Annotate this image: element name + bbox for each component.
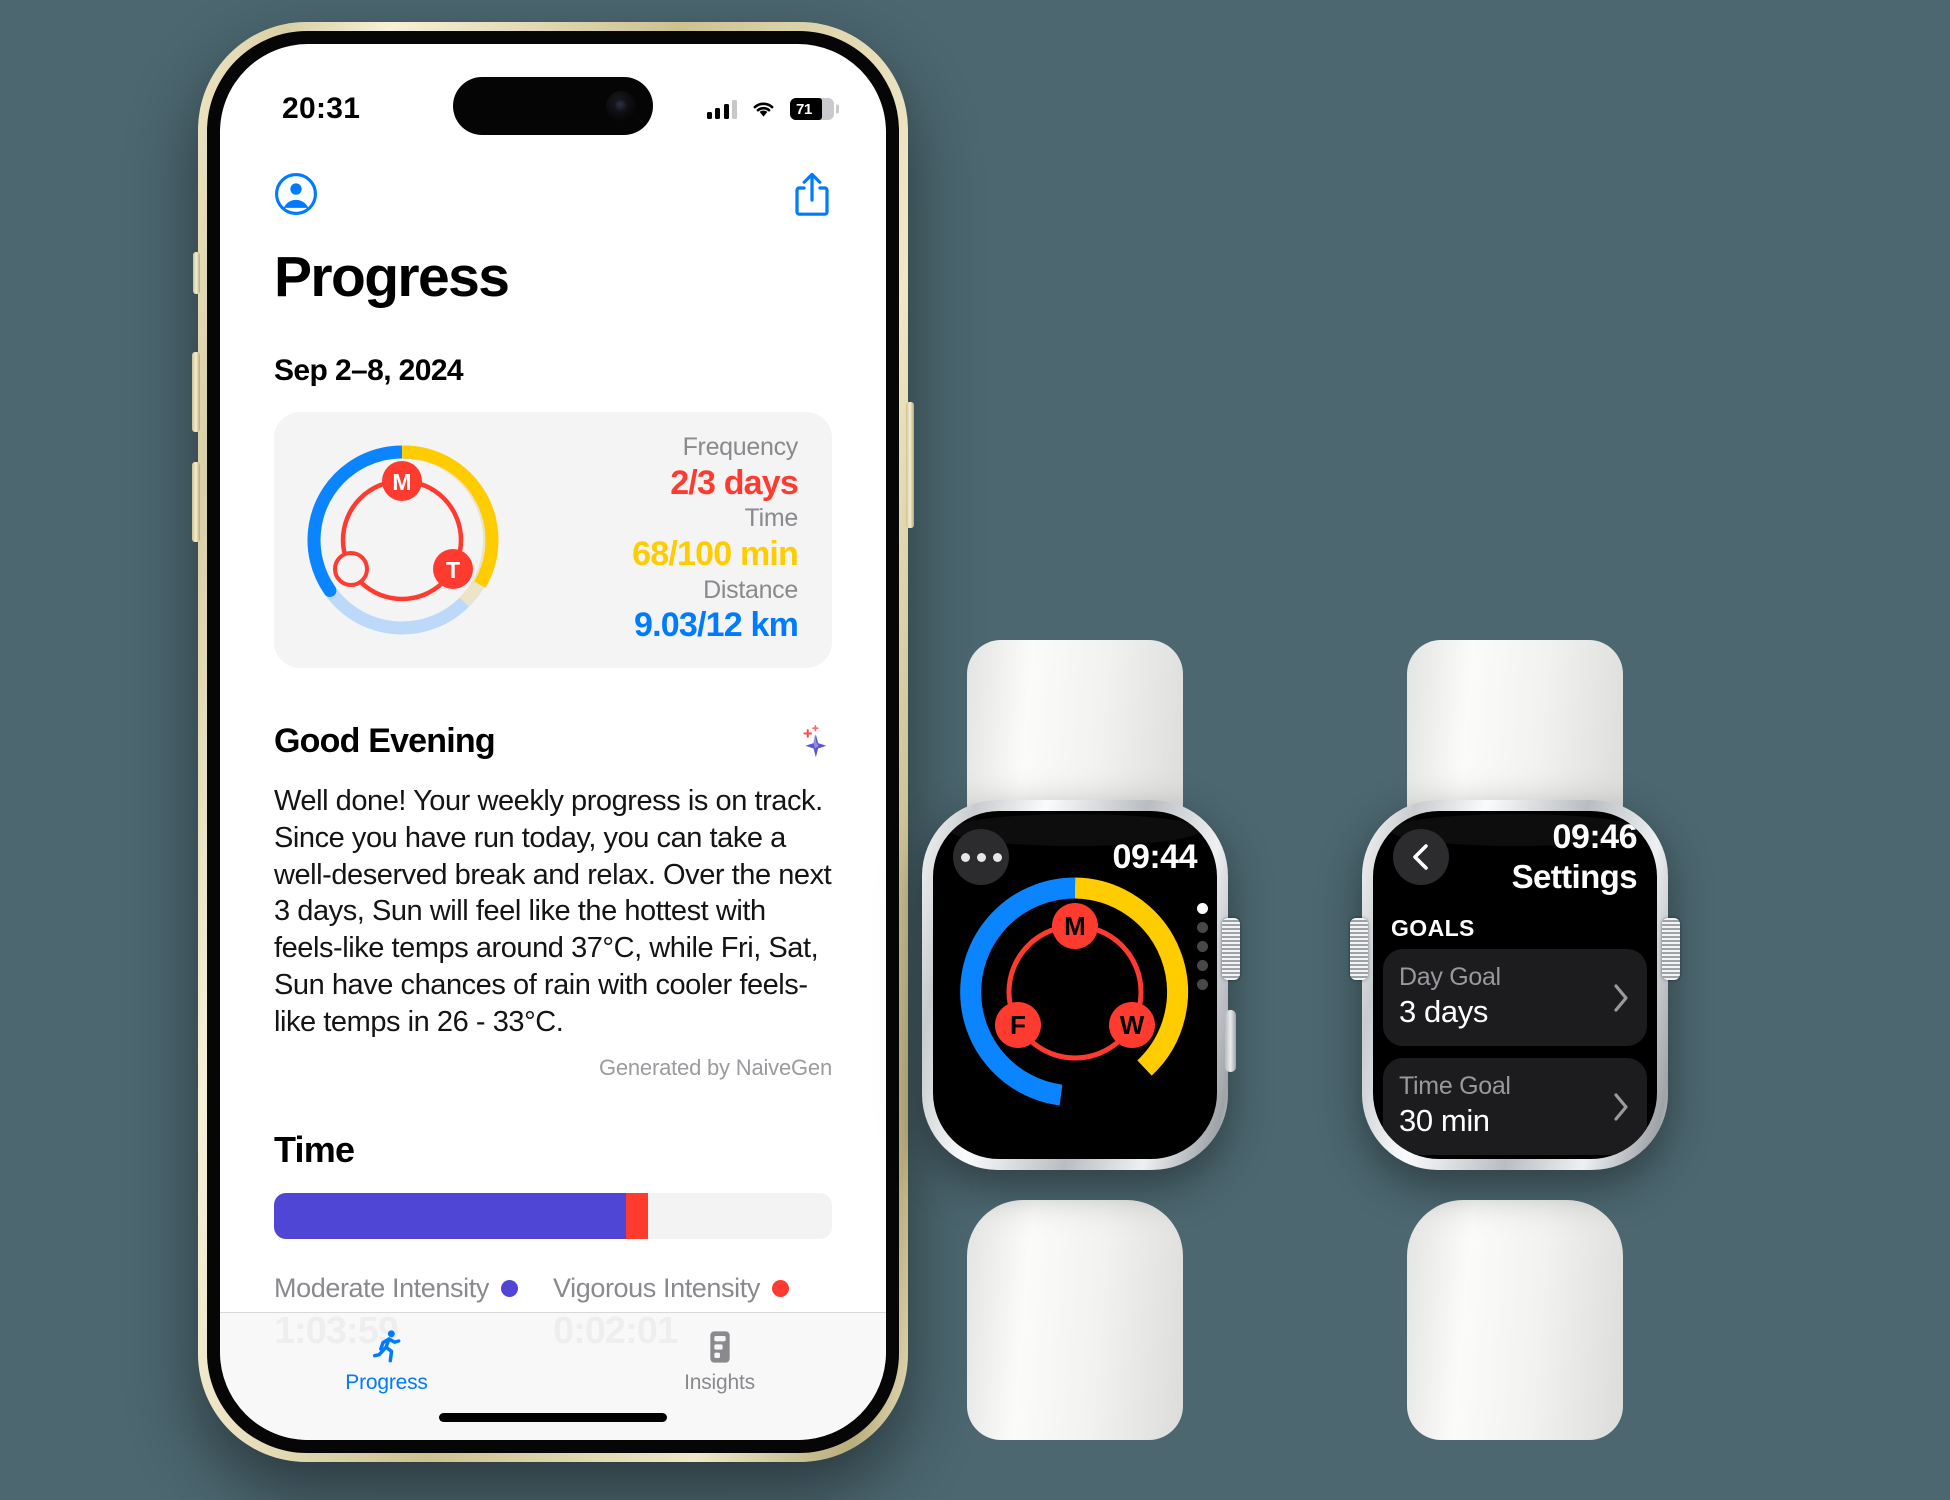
svg-text:F: F bbox=[1010, 1010, 1026, 1040]
phone-content: Progress Sep 2–8, 2024 M T Frequency 2/3… bbox=[220, 44, 886, 1440]
settings-list: Day Goal 3 days Time Goal 30 min Distanc… bbox=[1383, 949, 1647, 1159]
battery-icon: 71 bbox=[790, 98, 834, 120]
watch-screen: 09:44 M W F bbox=[933, 811, 1217, 1159]
watch-screen-title: Settings bbox=[1511, 858, 1638, 895]
chevron-right-icon bbox=[1614, 983, 1628, 1012]
account-circle-icon[interactable] bbox=[274, 172, 318, 216]
settings-section-label: GOALS bbox=[1391, 915, 1475, 941]
time-section-title: Time bbox=[274, 1128, 355, 1170]
metrics-list: Frequency 2/3 days Time 68/100 min Dista… bbox=[508, 433, 804, 647]
status-bar-time: 20:31 bbox=[282, 92, 361, 125]
day-goal-label: Day Goal bbox=[1399, 963, 1501, 991]
insight-header: Good Evening bbox=[274, 722, 832, 761]
phone-bezel: 20:31 71 Progress Sep 2–8, 2024 M T Freq… bbox=[207, 31, 899, 1453]
tab-insights-label: Insights bbox=[684, 1371, 755, 1394]
wifi-icon bbox=[753, 102, 774, 117]
dynamic-island[interactable] bbox=[453, 77, 653, 135]
metric-value-distance: 9.03/12 km bbox=[633, 606, 799, 645]
insight-body-text: Well done! Your weekly progress is on tr… bbox=[274, 785, 832, 1038]
cellular-bars-icon bbox=[706, 99, 737, 119]
watch-progress-ring-chart: M W F bbox=[953, 870, 1197, 1114]
sparkle-ai-icon[interactable] bbox=[794, 723, 832, 761]
time-bar-vigorous-segment bbox=[625, 1192, 648, 1239]
watch-case: 09:46 Settings GOALS Day Goal 3 days Tim… bbox=[1350, 800, 1680, 1170]
metric-label-frequency: Frequency bbox=[682, 433, 799, 462]
phone-volume-up-button[interactable] bbox=[192, 352, 200, 432]
time-progress-bar bbox=[274, 1192, 832, 1239]
chevron-left-icon[interactable] bbox=[1393, 829, 1449, 885]
phone-screen: 20:31 71 Progress Sep 2–8, 2024 M T Freq… bbox=[220, 44, 886, 1440]
chevron-right-icon bbox=[1614, 1092, 1628, 1121]
header-icon-row bbox=[274, 168, 832, 220]
svg-text:M: M bbox=[392, 469, 411, 495]
progress-ring-chart: M T bbox=[296, 434, 508, 646]
weekly-summary-card[interactable]: M T Frequency 2/3 days Time 68/100 min D… bbox=[274, 412, 832, 668]
tab-insights[interactable]: Insights bbox=[553, 1327, 886, 1395]
watch-band-bottom bbox=[1407, 1200, 1623, 1440]
status-bar-indicators: 71 bbox=[706, 98, 834, 120]
running-person-icon bbox=[372, 1330, 400, 1363]
page-title: Progress bbox=[274, 245, 510, 309]
metric-value-frequency: 2/3 days bbox=[670, 463, 799, 502]
metric-label-distance: Distance bbox=[703, 575, 798, 604]
legend-dot-vigorous bbox=[771, 1279, 789, 1297]
insight-title: Good Evening bbox=[274, 722, 496, 760]
digital-crown[interactable] bbox=[1350, 918, 1368, 980]
svg-text:T: T bbox=[446, 557, 460, 583]
settings-row-time-goal[interactable]: Time Goal 30 min bbox=[1383, 1058, 1647, 1155]
phone-power-button[interactable] bbox=[906, 402, 914, 528]
battery-percent-label: 71 bbox=[796, 100, 813, 118]
phone-mute-switch[interactable] bbox=[193, 252, 200, 294]
insights-bars-icon bbox=[709, 1331, 730, 1363]
metric-value-time: 68/100 min bbox=[632, 535, 799, 574]
page-dots-indicator[interactable] bbox=[1197, 903, 1208, 990]
watch-side-button[interactable] bbox=[1225, 1010, 1236, 1072]
tab-progress-label: Progress bbox=[345, 1371, 428, 1394]
svg-text:M: M bbox=[1064, 911, 1086, 941]
apple-watch-left: 09:44 M W F bbox=[880, 640, 1270, 1440]
time-bar-moderate-segment bbox=[274, 1192, 626, 1239]
share-icon[interactable] bbox=[792, 170, 832, 218]
tab-progress[interactable]: Progress bbox=[220, 1327, 553, 1395]
time-goal-label: Time Goal bbox=[1399, 1072, 1511, 1100]
phone-volume-down-button[interactable] bbox=[192, 462, 200, 542]
svg-text:W: W bbox=[1120, 1010, 1145, 1040]
time-goal-value: 30 min bbox=[1399, 1103, 1490, 1138]
front-camera-icon bbox=[606, 91, 636, 121]
date-range-label: Sep 2–8, 2024 bbox=[274, 354, 464, 387]
iphone-device: 20:31 71 Progress Sep 2–8, 2024 M T Freq… bbox=[192, 22, 914, 1462]
settings-row-day-goal[interactable]: Day Goal 3 days bbox=[1383, 949, 1647, 1046]
insight-credit: Generated by NaiveGen bbox=[598, 1054, 832, 1080]
apple-watch-right: 09:46 Settings GOALS Day Goal 3 days Tim… bbox=[1320, 640, 1710, 1440]
watch-screen: 09:46 Settings GOALS Day Goal 3 days Tim… bbox=[1373, 811, 1657, 1159]
watch-case: 09:44 M W F bbox=[922, 800, 1240, 1170]
digital-crown[interactable] bbox=[1222, 918, 1240, 980]
day-goal-value: 3 days bbox=[1399, 994, 1488, 1029]
home-indicator[interactable] bbox=[439, 1413, 667, 1422]
day-marker-empty bbox=[333, 551, 369, 587]
watch-top-bar: 09:46 Settings bbox=[1373, 818, 1657, 895]
watch-time: 09:46 bbox=[1552, 818, 1638, 856]
legend-label-vigorous: Vigorous Intensity bbox=[553, 1272, 760, 1303]
metric-label-time: Time bbox=[744, 504, 799, 533]
digital-crown-right[interactable] bbox=[1662, 918, 1680, 980]
legend-dot-moderate bbox=[500, 1279, 518, 1297]
legend-label-moderate: Moderate Intensity bbox=[274, 1272, 489, 1303]
watch-band-bottom bbox=[967, 1200, 1183, 1440]
